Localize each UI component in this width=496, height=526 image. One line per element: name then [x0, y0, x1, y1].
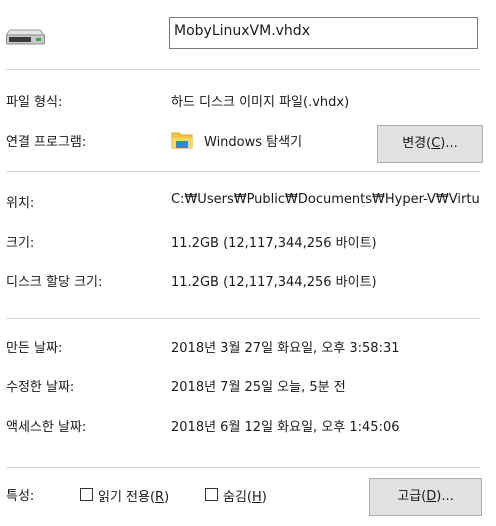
hidden-label[interactable]: 숨김(H) — [223, 486, 267, 505]
separator — [6, 318, 480, 319]
location-value: C:₩Users₩Public₩Documents₩Hyper-V₩Virtu — [171, 192, 480, 207]
readonly-checkbox[interactable] — [80, 488, 93, 501]
location-label: 위치: — [6, 196, 35, 211]
drive-icon — [6, 29, 46, 45]
created-label: 만든 날짜: — [6, 341, 63, 356]
modified-value: 2018년 7월 25일 오늘, 5분 전 — [171, 380, 346, 395]
accessed-value: 2018년 6월 12일 화요일, 오후 1:45:06 — [171, 420, 400, 435]
filename-input[interactable]: MobyLinuxVM.vhdx — [169, 17, 478, 49]
modified-label: 수정한 날짜: — [6, 380, 75, 395]
opens-with-app: Windows 탐색기 — [204, 135, 303, 150]
separator — [6, 467, 480, 468]
created-value: 2018년 3월 27일 화요일, 오후 3:58:31 — [171, 341, 400, 356]
hidden-checkbox[interactable] — [205, 488, 218, 501]
size-on-disk-label: 디스크 할당 크기: — [6, 275, 103, 290]
opens-with-label: 연결 프로그램: — [6, 135, 87, 150]
size-label: 크기: — [6, 236, 35, 251]
readonly-label[interactable]: 읽기 전용(R) — [98, 486, 169, 505]
attributes-label: 특성: — [6, 489, 35, 504]
size-value: 11.2GB (12,117,344,256 바이트) — [171, 236, 377, 251]
file-type-label: 파일 형식: — [6, 95, 63, 110]
change-button[interactable]: 변경(C)... — [377, 125, 483, 163]
file-type-value: 하드 디스크 이미지 파일(.vhdx) — [171, 95, 350, 110]
size-on-disk-value: 11.2GB (12,117,344,256 바이트) — [171, 275, 377, 290]
separator — [6, 171, 480, 172]
separator — [6, 69, 480, 70]
accessed-label: 액세스한 날짜: — [6, 420, 87, 435]
advanced-button[interactable]: 고급(D)... — [369, 478, 482, 516]
folder-icon — [171, 132, 193, 149]
